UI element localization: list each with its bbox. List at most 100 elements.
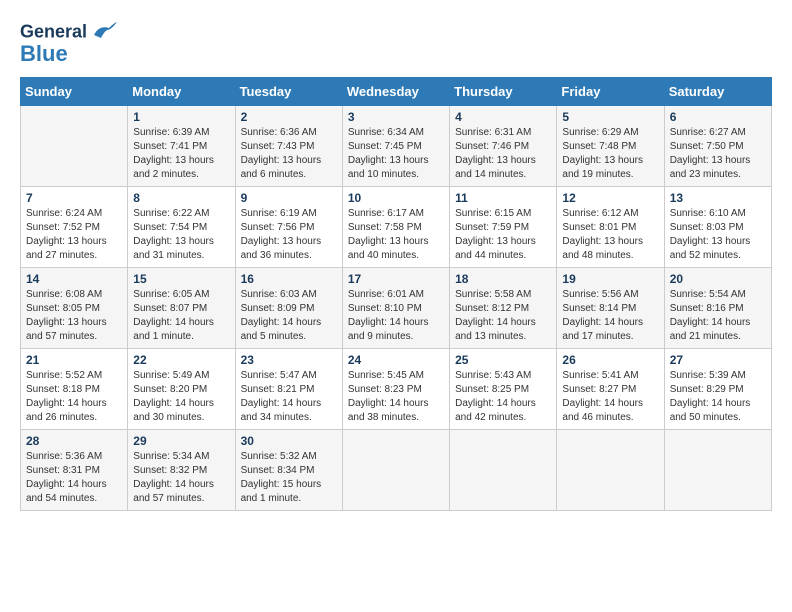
calendar-cell bbox=[21, 106, 128, 187]
calendar-cell: 22 Sunrise: 5:49 AM Sunset: 8:20 PM Dayli… bbox=[128, 349, 235, 430]
day-number: 22 bbox=[133, 353, 229, 367]
calendar-cell bbox=[664, 430, 771, 511]
day-number: 26 bbox=[562, 353, 658, 367]
calendar-table: SundayMondayTuesdayWednesdayThursdayFrid… bbox=[20, 77, 772, 511]
calendar-cell: 17 Sunrise: 6:01 AM Sunset: 8:10 PM Dayli… bbox=[342, 268, 449, 349]
day-number: 18 bbox=[455, 272, 551, 286]
day-number: 9 bbox=[241, 191, 337, 205]
calendar-cell: 8 Sunrise: 6:22 AM Sunset: 7:54 PM Daylig… bbox=[128, 187, 235, 268]
day-number: 28 bbox=[26, 434, 122, 448]
calendar-cell: 25Sunrise: 5:43 AM Sunset: 8:25 PM Dayli… bbox=[450, 349, 557, 430]
day-number: 3 bbox=[348, 110, 444, 124]
day-number: 7 bbox=[26, 191, 122, 205]
day-header-thursday: Thursday bbox=[450, 78, 557, 106]
calendar-cell bbox=[557, 430, 664, 511]
cell-info: Sunrise: 5:52 AM Sunset: 8:18 PM Dayligh… bbox=[26, 369, 122, 425]
day-number: 29 bbox=[133, 434, 229, 448]
calendar-cell bbox=[450, 430, 557, 511]
calendar-week-row: 28 Sunrise: 5:36 AM Sunset: 8:31 PM Dayli… bbox=[21, 430, 772, 511]
day-number: 24 bbox=[348, 353, 444, 367]
cell-info: Sunrise: 6:27 AM Sunset: 7:50 PM Dayligh… bbox=[670, 126, 766, 182]
calendar-week-row: 1 Sunrise: 6:39 AM Sunset: 7:41 PM Daylig… bbox=[21, 106, 772, 187]
calendar-cell: 6 Sunrise: 6:27 AM Sunset: 7:50 PM Daylig… bbox=[664, 106, 771, 187]
calendar-cell: 30 Sunrise: 5:32 AM Sunset: 8:34 PM Dayli… bbox=[235, 430, 342, 511]
cell-info: Sunrise: 6:31 AM Sunset: 7:46 PM Dayligh… bbox=[455, 126, 551, 182]
cell-info: Sunrise: 6:29 AM Sunset: 7:48 PM Dayligh… bbox=[562, 126, 658, 182]
day-number: 5 bbox=[562, 110, 658, 124]
day-number: 8 bbox=[133, 191, 229, 205]
day-header-friday: Friday bbox=[557, 78, 664, 106]
day-number: 2 bbox=[241, 110, 337, 124]
cell-info: Sunrise: 5:56 AM Sunset: 8:14 PM Dayligh… bbox=[562, 288, 658, 344]
day-header-saturday: Saturday bbox=[664, 78, 771, 106]
cell-info: Sunrise: 6:17 AM Sunset: 7:58 PM Dayligh… bbox=[348, 207, 444, 263]
cell-info: Sunrise: 5:54 AM Sunset: 8:16 PM Dayligh… bbox=[670, 288, 766, 344]
calendar-cell: 21 Sunrise: 5:52 AM Sunset: 8:18 PM Dayli… bbox=[21, 349, 128, 430]
calendar-cell: 19 Sunrise: 5:56 AM Sunset: 8:14 PM Dayli… bbox=[557, 268, 664, 349]
calendar-cell: 18 Sunrise: 5:58 AM Sunset: 8:12 PM Dayli… bbox=[450, 268, 557, 349]
calendar-header-row: SundayMondayTuesdayWednesdayThursdayFrid… bbox=[21, 78, 772, 106]
day-number: 4 bbox=[455, 110, 551, 124]
cell-info: Sunrise: 5:49 AM Sunset: 8:20 PM Dayligh… bbox=[133, 369, 229, 425]
day-number: 13 bbox=[670, 191, 766, 205]
calendar-week-row: 7 Sunrise: 6:24 AM Sunset: 7:52 PM Daylig… bbox=[21, 187, 772, 268]
cell-info: Sunrise: 5:58 AM Sunset: 8:12 PM Dayligh… bbox=[455, 288, 551, 344]
calendar-cell: 1 Sunrise: 6:39 AM Sunset: 7:41 PM Daylig… bbox=[128, 106, 235, 187]
calendar-cell: 28 Sunrise: 5:36 AM Sunset: 8:31 PM Dayli… bbox=[21, 430, 128, 511]
day-number: 17 bbox=[348, 272, 444, 286]
day-number: 23 bbox=[241, 353, 337, 367]
cell-info: Sunrise: 5:32 AM Sunset: 8:34 PM Dayligh… bbox=[241, 450, 337, 506]
calendar-cell: 14 Sunrise: 6:08 AM Sunset: 8:05 PM Dayli… bbox=[21, 268, 128, 349]
calendar-cell bbox=[342, 430, 449, 511]
day-header-wednesday: Wednesday bbox=[342, 78, 449, 106]
cell-info: Sunrise: 6:22 AM Sunset: 7:54 PM Dayligh… bbox=[133, 207, 229, 263]
cell-info: Sunrise: 6:10 AM Sunset: 8:03 PM Dayligh… bbox=[670, 207, 766, 263]
calendar-cell: 2 Sunrise: 6:36 AM Sunset: 7:43 PM Daylig… bbox=[235, 106, 342, 187]
calendar-cell: 12 Sunrise: 6:12 AM Sunset: 8:01 PM Dayli… bbox=[557, 187, 664, 268]
calendar-cell: 3 Sunrise: 6:34 AM Sunset: 7:45 PM Daylig… bbox=[342, 106, 449, 187]
cell-info: Sunrise: 6:39 AM Sunset: 7:41 PM Dayligh… bbox=[133, 126, 229, 182]
cell-info: Sunrise: 6:08 AM Sunset: 8:05 PM Dayligh… bbox=[26, 288, 122, 344]
day-number: 1 bbox=[133, 110, 229, 124]
calendar-cell: 11 Sunrise: 6:15 AM Sunset: 7:59 PM Dayli… bbox=[450, 187, 557, 268]
cell-info: Sunrise: 6:03 AM Sunset: 8:09 PM Dayligh… bbox=[241, 288, 337, 344]
calendar-cell: 5 Sunrise: 6:29 AM Sunset: 7:48 PM Daylig… bbox=[557, 106, 664, 187]
cell-info: Sunrise: 6:24 AM Sunset: 7:52 PM Dayligh… bbox=[26, 207, 122, 263]
calendar-cell: 15Sunrise: 6:05 AM Sunset: 8:07 PM Dayli… bbox=[128, 268, 235, 349]
day-number: 27 bbox=[670, 353, 766, 367]
calendar-cell: 9 Sunrise: 6:19 AM Sunset: 7:56 PM Daylig… bbox=[235, 187, 342, 268]
calendar-cell: 29 Sunrise: 5:34 AM Sunset: 8:32 PM Dayli… bbox=[128, 430, 235, 511]
calendar-cell: 27 Sunrise: 5:39 AM Sunset: 8:29 PM Dayli… bbox=[664, 349, 771, 430]
logo-text: General Blue bbox=[20, 20, 119, 67]
day-number: 16 bbox=[241, 272, 337, 286]
day-number: 12 bbox=[562, 191, 658, 205]
day-number: 30 bbox=[241, 434, 337, 448]
calendar-cell: 20 Sunrise: 5:54 AM Sunset: 8:16 PM Dayli… bbox=[664, 268, 771, 349]
day-number: 15 bbox=[133, 272, 229, 286]
calendar-cell: 13 Sunrise: 6:10 AM Sunset: 8:03 PM Dayli… bbox=[664, 187, 771, 268]
calendar-cell: 23 Sunrise: 5:47 AM Sunset: 8:21 PM Dayli… bbox=[235, 349, 342, 430]
cell-info: Sunrise: 5:47 AM Sunset: 8:21 PM Dayligh… bbox=[241, 369, 337, 425]
day-number: 21 bbox=[26, 353, 122, 367]
cell-info: Sunrise: 6:34 AM Sunset: 7:45 PM Dayligh… bbox=[348, 126, 444, 182]
cell-info: Sunrise: 6:12 AM Sunset: 8:01 PM Dayligh… bbox=[562, 207, 658, 263]
calendar-week-row: 14 Sunrise: 6:08 AM Sunset: 8:05 PM Dayli… bbox=[21, 268, 772, 349]
day-header-monday: Monday bbox=[128, 78, 235, 106]
day-number: 10 bbox=[348, 191, 444, 205]
day-number: 20 bbox=[670, 272, 766, 286]
cell-info: Sunrise: 5:36 AM Sunset: 8:31 PM Dayligh… bbox=[26, 450, 122, 506]
cell-info: Sunrise: 6:15 AM Sunset: 7:59 PM Dayligh… bbox=[455, 207, 551, 263]
cell-info: Sunrise: 6:36 AM Sunset: 7:43 PM Dayligh… bbox=[241, 126, 337, 182]
calendar-cell: 16 Sunrise: 6:03 AM Sunset: 8:09 PM Dayli… bbox=[235, 268, 342, 349]
cell-info: Sunrise: 5:39 AM Sunset: 8:29 PM Dayligh… bbox=[670, 369, 766, 425]
page-header: General Blue bbox=[20, 20, 772, 67]
day-number: 14 bbox=[26, 272, 122, 286]
calendar-week-row: 21 Sunrise: 5:52 AM Sunset: 8:18 PM Dayli… bbox=[21, 349, 772, 430]
cell-info: Sunrise: 6:01 AM Sunset: 8:10 PM Dayligh… bbox=[348, 288, 444, 344]
day-number: 11 bbox=[455, 191, 551, 205]
day-number: 6 bbox=[670, 110, 766, 124]
cell-info: Sunrise: 6:19 AM Sunset: 7:56 PM Dayligh… bbox=[241, 207, 337, 263]
cell-info: Sunrise: 5:34 AM Sunset: 8:32 PM Dayligh… bbox=[133, 450, 229, 506]
day-number: 19 bbox=[562, 272, 658, 286]
day-header-tuesday: Tuesday bbox=[235, 78, 342, 106]
